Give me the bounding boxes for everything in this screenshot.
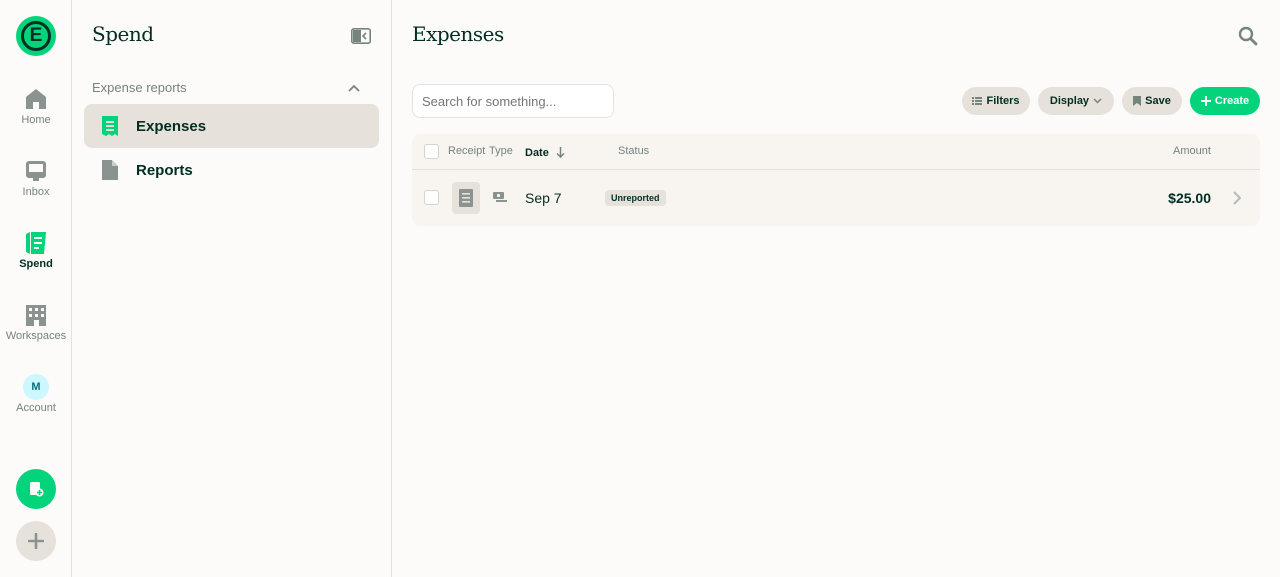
sidebar-item-label: Expenses bbox=[136, 117, 207, 135]
plus-icon bbox=[28, 533, 44, 549]
document-icon bbox=[100, 159, 120, 181]
logo-letter: E bbox=[21, 21, 51, 51]
select-all-checkbox[interactable] bbox=[424, 144, 439, 159]
sidebar-item-label: Reports bbox=[136, 161, 193, 179]
plus-icon bbox=[1200, 96, 1211, 106]
receipt-icon bbox=[0, 230, 72, 256]
table-row[interactable]: Sep 7 Unreported $25.00 bbox=[412, 170, 1260, 226]
receipt-icon bbox=[100, 115, 120, 137]
new-expense-button[interactable] bbox=[16, 469, 56, 509]
receipt-thumbnail[interactable] bbox=[452, 182, 480, 214]
filters-button[interactable]: Filters bbox=[962, 87, 1030, 115]
cash-icon bbox=[493, 192, 507, 202]
spend-sidebar: Spend Expense reports Expenses Reports bbox=[72, 0, 392, 577]
filter-icon bbox=[972, 97, 983, 105]
nav-account-label: Account bbox=[16, 402, 56, 414]
column-receipt: Receipt bbox=[448, 145, 486, 157]
sidebar-title: Spend bbox=[92, 22, 154, 46]
page-title: Expenses bbox=[412, 22, 504, 46]
search-icon[interactable] bbox=[1238, 26, 1258, 46]
expense-reports-section[interactable]: Expense reports bbox=[92, 80, 360, 95]
chevron-right-icon[interactable] bbox=[1233, 191, 1241, 205]
nav-inbox-label: Inbox bbox=[22, 186, 50, 198]
chevron-down-icon bbox=[1093, 98, 1102, 104]
expenses-table: Receipt Type Date Status Amount Sep 7 Un… bbox=[412, 134, 1260, 226]
avatar: M bbox=[23, 374, 49, 400]
sidebar-item-expenses[interactable]: Expenses bbox=[84, 104, 379, 148]
arrow-down-icon bbox=[556, 147, 565, 159]
inbox-icon bbox=[0, 158, 72, 184]
search-input[interactable] bbox=[412, 84, 614, 118]
nav-workspaces[interactable]: Workspaces bbox=[0, 302, 72, 342]
left-rail: E Home Inbox Spend Workspaces M Account bbox=[0, 0, 72, 577]
status-badge: Unreported bbox=[605, 190, 666, 206]
display-label: Display bbox=[1049, 95, 1090, 107]
expensify-logo[interactable]: E bbox=[16, 16, 56, 56]
save-label: Save bbox=[1145, 95, 1171, 107]
row-amount: $25.00 bbox=[1168, 190, 1211, 206]
create-label: Create bbox=[1214, 95, 1250, 107]
table-header: Receipt Type Date Status Amount bbox=[412, 134, 1260, 170]
save-button[interactable]: Save bbox=[1122, 87, 1182, 115]
home-icon bbox=[0, 86, 72, 112]
main-content: Expenses Filters Display Save Create Rec… bbox=[392, 0, 1280, 577]
nav-home[interactable]: Home bbox=[0, 86, 72, 126]
chevron-up-icon bbox=[348, 84, 360, 92]
nav-workspaces-label: Workspaces bbox=[5, 330, 67, 342]
receipt-icon bbox=[459, 189, 473, 207]
row-date: Sep 7 bbox=[525, 190, 562, 206]
column-date-label: Date bbox=[525, 147, 549, 159]
nav-spend-label: Spend bbox=[19, 258, 53, 270]
sidebar-item-reports[interactable]: Reports bbox=[84, 148, 379, 192]
nav-account[interactable]: M Account bbox=[0, 374, 72, 414]
column-date[interactable]: Date bbox=[525, 145, 565, 159]
building-icon bbox=[0, 302, 72, 328]
row-checkbox[interactable] bbox=[424, 190, 439, 205]
receipt-plus-icon bbox=[30, 482, 44, 497]
nav-inbox[interactable]: Inbox bbox=[0, 158, 72, 198]
add-button[interactable] bbox=[16, 521, 56, 561]
column-amount: Amount bbox=[1173, 145, 1211, 157]
filters-label: Filters bbox=[986, 95, 1020, 107]
nav-spend[interactable]: Spend bbox=[0, 230, 72, 270]
nav-home-label: Home bbox=[21, 114, 51, 126]
bookmark-icon bbox=[1133, 96, 1142, 106]
sidebar-collapse-icon bbox=[351, 28, 371, 44]
display-button[interactable]: Display bbox=[1038, 87, 1114, 115]
column-status: Status bbox=[618, 145, 650, 157]
section-label: Expense reports bbox=[92, 80, 187, 95]
collapse-sidebar-button[interactable] bbox=[351, 28, 371, 44]
column-type: Type bbox=[489, 145, 513, 157]
create-button[interactable]: Create bbox=[1190, 87, 1260, 115]
